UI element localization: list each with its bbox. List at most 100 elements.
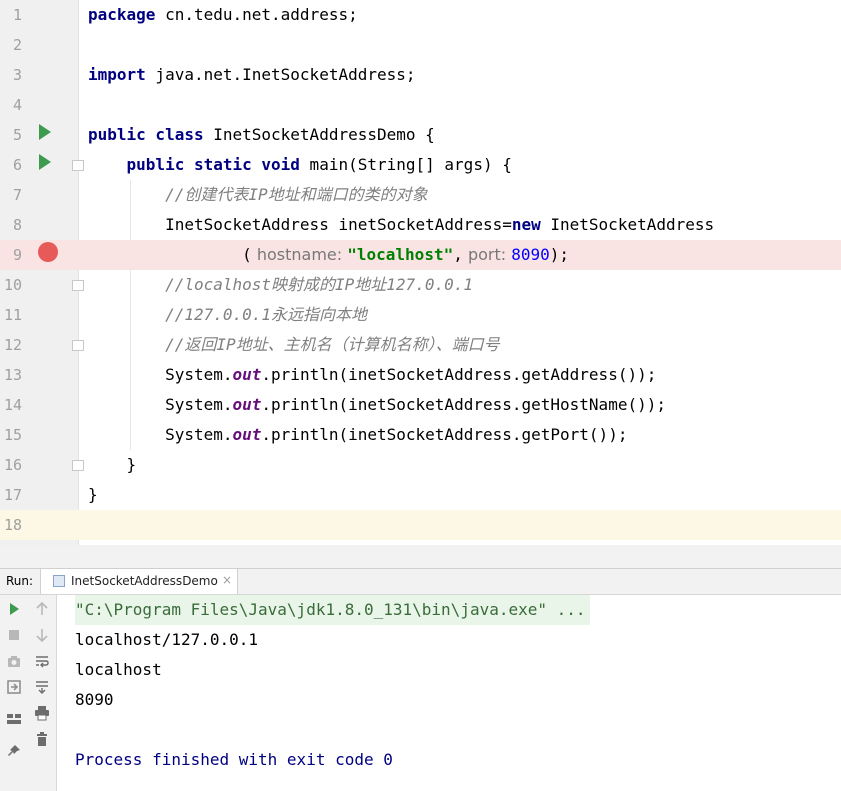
code-line: 6 public static void main(String[] args)… — [0, 150, 841, 180]
code-token: .println(inetSocketAddress.getPort()); — [261, 425, 628, 444]
code-token: .println(inetSocketAddress.getAddress())… — [261, 365, 657, 384]
code-token: InetSocketAddress — [540, 215, 715, 234]
fold-marker-icon[interactable] — [72, 460, 84, 471]
line-code: System.out.println(inetSocketAddress.get… — [88, 390, 666, 420]
code-token: , — [453, 245, 463, 264]
code-token: ); — [549, 245, 570, 264]
code-token-hint: hostname: — [251, 245, 348, 264]
code-token-kw: public static void — [126, 155, 300, 174]
line-code: } — [88, 480, 98, 510]
line-number: 18 — [3, 516, 22, 534]
code-token-fld: out — [232, 365, 262, 384]
run-config-tab[interactable]: InetSocketAddressDemo × — [40, 569, 238, 594]
stop-icon[interactable] — [6, 627, 22, 643]
code-token: java.net.InetSocketAddress; — [145, 65, 416, 84]
line-code: public static void main(String[] args) { — [88, 150, 512, 180]
panel-splitter[interactable] — [0, 545, 841, 569]
trash-icon[interactable] — [34, 731, 50, 747]
line-code: import java.net.InetSocketAddress; — [88, 60, 416, 90]
java-class-icon — [53, 575, 65, 587]
code-line: 16 } — [0, 450, 841, 480]
line-code: ( hostname: "localhost", port: 8090); — [88, 240, 569, 270]
close-icon[interactable]: × — [222, 573, 232, 587]
fold-marker-icon[interactable] — [72, 340, 84, 351]
code-token: System. — [88, 395, 233, 414]
line-number: 14 — [3, 396, 22, 414]
code-line: 7 //创建代表IP地址和端口的类的对象 — [0, 180, 841, 210]
run-tool-window-header: Run: InetSocketAddressDemo × — [0, 569, 841, 595]
code-token-cmt: //localhost映射成的IP地址127.0.0.1 — [165, 275, 473, 294]
code-token-fld: out — [232, 425, 262, 444]
code-line: 5 public class InetSocketAddressDemo { — [0, 120, 841, 150]
code-line: 8 InetSocketAddress inetSocketAddress=ne… — [0, 210, 841, 240]
fold-marker-icon[interactable] — [72, 160, 84, 171]
layout-icon[interactable] — [6, 711, 22, 727]
print-icon[interactable] — [34, 705, 50, 721]
line-code: //127.0.0.1永远指向本地 — [88, 300, 367, 330]
breakpoint-icon[interactable] — [38, 242, 58, 262]
line-number: 12 — [3, 336, 22, 354]
console-output-line: localhost — [75, 660, 162, 679]
line-number: 4 — [12, 96, 22, 114]
code-line: 13 System.out.println(inetSocketAddress.… — [0, 360, 841, 390]
code-token-cmt: //返回IP地址、主机名（计算机名称）、端口号 — [165, 335, 500, 354]
code-token: InetSocketAddress inetSocketAddress= — [88, 215, 512, 234]
pin-icon[interactable] — [6, 743, 22, 759]
code-token-kw: package — [88, 5, 156, 24]
line-number: 2 — [12, 36, 22, 54]
code-token-num: 8090 — [511, 245, 550, 264]
console-command-line: "C:\Program Files\Java\jdk1.8.0_131\bin\… — [75, 595, 590, 625]
scroll-to-end-icon[interactable] — [34, 679, 50, 695]
line-code: //创建代表IP地址和端口的类的对象 — [88, 180, 428, 210]
code-line: 2 — [0, 30, 841, 60]
code-token-cmt: //127.0.0.1永远指向本地 — [165, 305, 368, 324]
line-number: 7 — [12, 186, 22, 204]
scroll-up-icon[interactable] — [34, 601, 50, 617]
line-number: 13 — [3, 366, 22, 384]
line-number: 15 — [3, 426, 22, 444]
code-token: .println(inetSocketAddress.getHostName()… — [261, 395, 666, 414]
code-token: System. — [88, 365, 233, 384]
fold-marker-icon[interactable] — [72, 280, 84, 291]
line-code: //返回IP地址、主机名（计算机名称）、端口号 — [88, 330, 500, 360]
line-code: public class InetSocketAddressDemo { — [88, 120, 435, 150]
code-token-cmt: //创建代表IP地址和端口的类的对象 — [165, 185, 428, 204]
line-number: 6 — [12, 156, 22, 174]
run-console-output[interactable]: "C:\Program Files\Java\jdk1.8.0_131\bin\… — [58, 595, 841, 791]
run-arrow-icon[interactable] — [39, 124, 51, 140]
camera-icon[interactable] — [6, 653, 22, 669]
line-number: 8 — [12, 216, 22, 234]
line-number: 3 — [12, 66, 22, 84]
code-line: 14 System.out.println(inetSocketAddress.… — [0, 390, 841, 420]
code-token-kw: public class — [88, 125, 204, 144]
code-line-current: 18 — [0, 510, 841, 540]
code-token: main(String[] args) { — [299, 155, 512, 174]
rerun-icon[interactable] — [6, 601, 22, 617]
line-code: InetSocketAddress inetSocketAddress=new … — [88, 210, 714, 240]
run-config-tab-label: InetSocketAddressDemo — [71, 574, 218, 588]
run-label: Run: — [6, 574, 34, 588]
console-output-line: 8090 — [75, 690, 114, 709]
scroll-down-icon[interactable] — [34, 627, 50, 643]
code-line-breakpoint: 9 ( hostname: "localhost", port: 8090); — [0, 240, 841, 270]
code-token: System. — [88, 425, 233, 444]
line-number: 1 — [12, 6, 22, 24]
code-token: ( — [88, 245, 252, 264]
restore-layout-icon[interactable] — [6, 679, 22, 695]
code-line: 17} — [0, 480, 841, 510]
code-token: InetSocketAddressDemo { — [203, 125, 435, 144]
code-token-fld: out — [232, 395, 262, 414]
code-line: 3 import java.net.InetSocketAddress; — [0, 60, 841, 90]
line-code: //localhost映射成的IP地址127.0.0.1 — [88, 270, 473, 300]
soft-wrap-icon[interactable] — [34, 653, 50, 669]
code-line: 12 //返回IP地址、主机名（计算机名称）、端口号 — [0, 330, 841, 360]
run-arrow-icon[interactable] — [39, 154, 51, 170]
code-token: } — [88, 455, 137, 474]
console-output-line: localhost/127.0.0.1 — [75, 630, 259, 649]
console-process-finished: Process finished with exit code 0 — [75, 750, 393, 769]
line-number: 10 — [3, 276, 22, 294]
line-number: 5 — [12, 126, 22, 144]
line-code: package cn.tedu.net.address; — [88, 0, 358, 30]
code-editor[interactable]: 1 package cn.tedu.net.address; 2 3 import … — [0, 0, 841, 545]
